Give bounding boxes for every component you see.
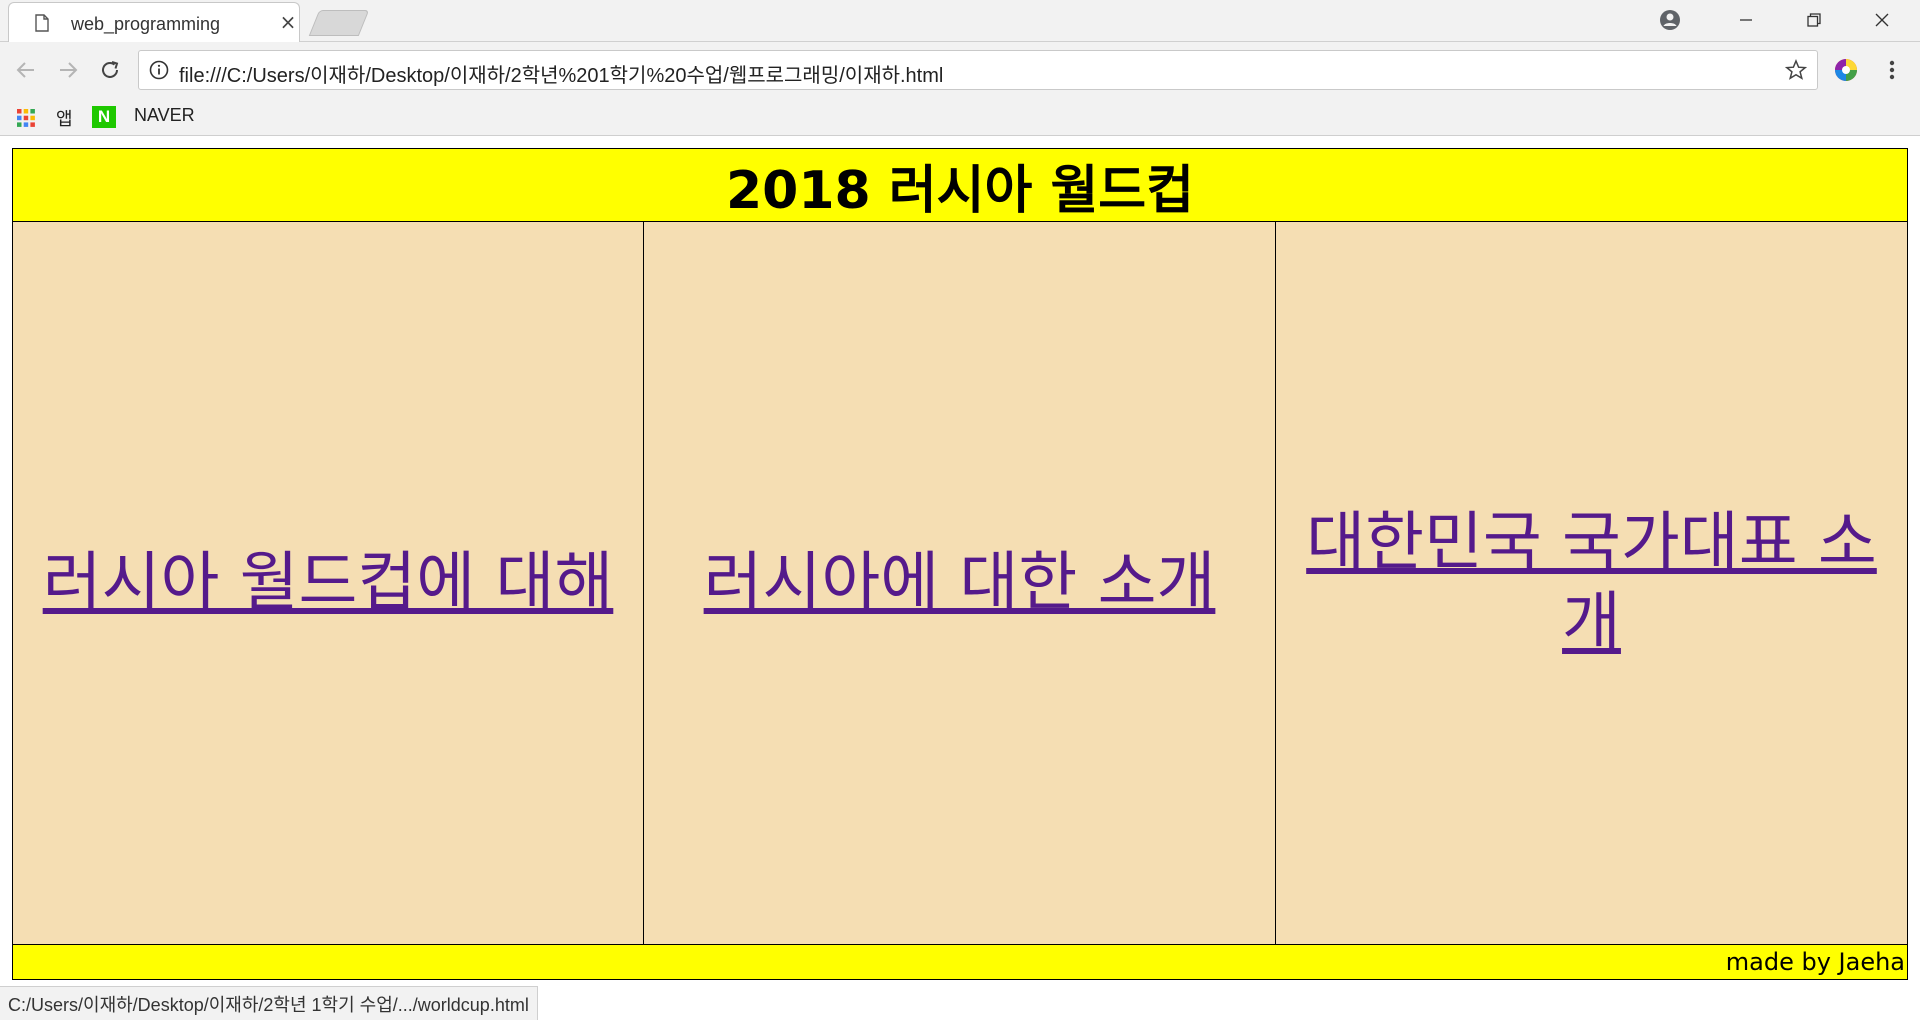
worldcup-table: 2018 러시아 월드컵 러시아 월드컵에 대해 러시아에 대한 소개 대한민국…: [12, 148, 1908, 980]
status-url: C:/Users/이재하/Desktop/이재하/2학년 1학기 수업/.../…: [8, 994, 529, 1015]
tab-title: web_programming: [71, 14, 221, 34]
header-cell: 2018 러시아 월드컵: [13, 149, 1907, 222]
tab-close-icon[interactable]: ×: [277, 11, 299, 33]
menu-kebab-icon[interactable]: [1878, 56, 1906, 84]
minimize-button[interactable]: [1716, 0, 1776, 40]
browser-tab[interactable]: web_programming ×: [8, 2, 300, 42]
naver-icon[interactable]: N: [92, 106, 116, 128]
bookmark-naver[interactable]: NAVER: [134, 105, 195, 126]
back-arrow-icon[interactable]: [12, 56, 40, 84]
footer-credit: made by Jaeha: [1725, 948, 1905, 976]
status-bar: C:/Users/이재하/Desktop/이재하/2학년 1학기 수업/.../…: [0, 986, 538, 1020]
address-bar[interactable]: file:///C:/Users/이재하/Desktop/이재하/2학년%201…: [138, 50, 1818, 90]
link-about-russia[interactable]: 러시아에 대한 소개: [704, 543, 1216, 623]
reload-icon[interactable]: [96, 56, 124, 84]
bookmark-star-icon[interactable]: [1785, 59, 1807, 81]
document-icon: [35, 14, 49, 32]
browser-titlebar: web_programming ×: [0, 0, 1920, 42]
bookmarks-bar: 앱 N NAVER: [0, 98, 1920, 136]
cell-worldcup: 러시아 월드컵에 대해: [13, 222, 644, 944]
apps-grid-icon[interactable]: [16, 108, 36, 128]
bookmark-apps[interactable]: 앱: [56, 105, 73, 131]
profile-icon[interactable]: [1640, 0, 1700, 40]
info-icon[interactable]: [149, 60, 169, 80]
cell-russia: 러시아에 대한 소개: [644, 222, 1276, 944]
new-tab-button[interactable]: [308, 10, 370, 36]
browser-toolbar: file:///C:/Users/이재하/Desktop/이재하/2학년%201…: [0, 42, 1920, 98]
cell-korea-team: 대한민국 국가대표 소개: [1276, 222, 1907, 944]
link-korea-national-team[interactable]: 대한민국 국가대표 소개: [1300, 503, 1883, 663]
naver-icon-letter: N: [97, 107, 111, 126]
close-window-button[interactable]: [1852, 0, 1912, 40]
color-extension-icon[interactable]: [1832, 56, 1860, 84]
forward-arrow-icon[interactable]: [54, 56, 82, 84]
restore-button[interactable]: [1784, 0, 1844, 40]
link-about-worldcup[interactable]: 러시아 월드컵에 대해: [43, 543, 614, 623]
url-text: file:///C:/Users/이재하/Desktop/이재하/2학년%201…: [179, 65, 944, 87]
footer-cell: made by Jaeha: [13, 944, 1907, 979]
page-title: 2018 러시아 월드컵: [726, 160, 1194, 221]
